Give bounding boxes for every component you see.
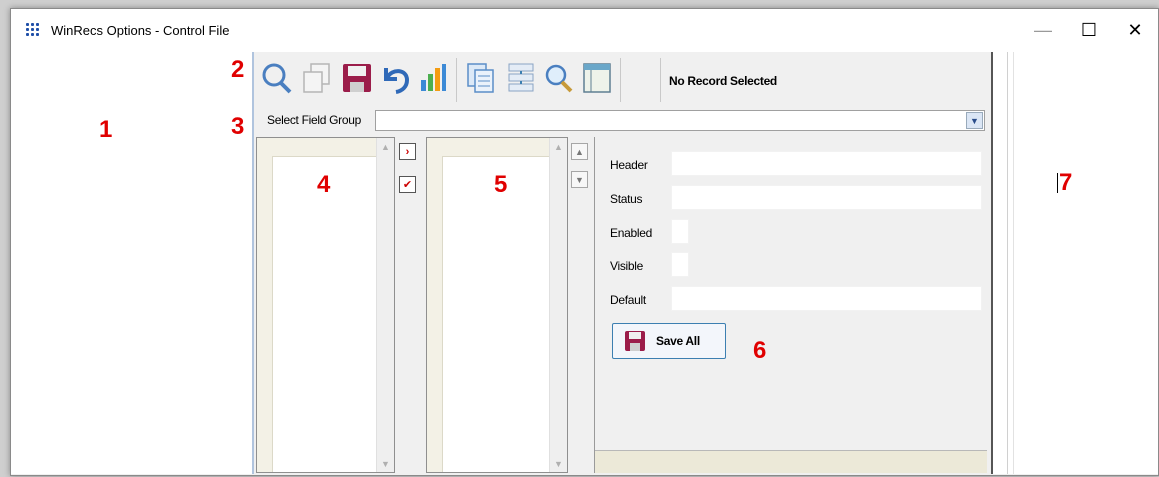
status-label: Status	[610, 192, 643, 206]
chevron-down-icon[interactable]: ▼	[966, 112, 983, 129]
minimize-button[interactable]: —	[1020, 9, 1066, 52]
app-window: WinRecs Options - Control File — ☐ ✕ No …	[10, 8, 1159, 476]
annotation-4: 4	[317, 171, 331, 198]
status-field[interactable]	[671, 185, 982, 210]
toolbar-separator	[620, 58, 621, 102]
visible-checkbox[interactable]	[671, 252, 689, 277]
chevron-right-icon: ›	[405, 145, 410, 158]
zoom-button[interactable]	[542, 60, 576, 96]
scroll-up-icon[interactable]: ▲	[550, 138, 567, 155]
header-label: Header	[610, 158, 648, 172]
undo-button[interactable]	[378, 60, 412, 96]
toolbar: No Record Selected	[256, 52, 989, 108]
zoom-icon	[545, 64, 573, 93]
annotation-5: 5	[494, 171, 508, 198]
scrollbar[interactable]: ▲ ▼	[549, 138, 567, 472]
undo-icon	[384, 68, 410, 94]
toolbar-separator	[660, 58, 661, 102]
field-details-panel: Header Status Enabled Visible Default Sa…	[594, 137, 991, 473]
save-icon	[625, 331, 645, 351]
save-all-label: Save All	[656, 334, 700, 348]
hierarchy-button[interactable]	[504, 60, 538, 96]
scrollbar[interactable]: ▲ ▼	[376, 138, 394, 472]
scroll-down-icon[interactable]: ▼	[377, 455, 394, 472]
save-button[interactable]	[340, 60, 374, 96]
copy-icon	[467, 63, 494, 93]
annotation-7: 7	[1059, 169, 1073, 196]
enabled-checkbox[interactable]	[671, 219, 689, 244]
chart-button[interactable]	[416, 60, 450, 96]
header-field[interactable]	[671, 151, 982, 176]
chart-icon	[421, 64, 446, 91]
text-caret	[1057, 173, 1058, 193]
chevron-down-icon: ▼	[575, 174, 584, 185]
copy-button[interactable]	[464, 60, 498, 96]
default-label: Default	[610, 293, 646, 307]
default-field[interactable]	[671, 286, 982, 311]
window-title: WinRecs Options - Control File	[51, 23, 230, 38]
preview-pane[interactable]	[991, 52, 1158, 474]
enabled-label: Enabled	[610, 226, 652, 240]
scroll-down-icon[interactable]: ▼	[550, 455, 567, 472]
field-group-select[interactable]: ▼	[375, 110, 985, 131]
search-button[interactable]	[260, 60, 294, 96]
annotation-3: 3	[231, 113, 245, 140]
chevron-up-icon: ▲	[575, 146, 584, 157]
new-record-icon	[303, 63, 330, 93]
move-right-button[interactable]: ›	[399, 143, 416, 160]
field-group-label: Select Field Group	[267, 113, 361, 127]
details-footer	[595, 450, 987, 473]
title-bar: WinRecs Options - Control File — ☐ ✕	[11, 9, 1158, 52]
close-button[interactable]: ✕	[1112, 9, 1158, 52]
annotation-6: 6	[753, 337, 767, 364]
record-status-label: No Record Selected	[669, 74, 777, 88]
layout-button[interactable]	[580, 60, 614, 96]
toolbar-separator	[456, 58, 457, 102]
search-icon	[262, 63, 292, 94]
app-icon	[26, 23, 42, 37]
new-record-button[interactable]	[300, 60, 334, 96]
hierarchy-icon	[508, 63, 534, 92]
scroll-up-icon[interactable]: ▲	[377, 138, 394, 155]
annotation-1: 1	[99, 116, 113, 143]
select-all-button[interactable]: ✔	[399, 176, 416, 193]
move-up-button[interactable]: ▲	[571, 143, 588, 160]
annotation-2: 2	[231, 56, 245, 83]
checkmark-icon: ✔	[402, 179, 413, 191]
visible-label: Visible	[610, 259, 644, 273]
record-tree-pane[interactable]	[11, 52, 254, 474]
save-all-button[interactable]: Save All	[612, 323, 726, 359]
move-down-button[interactable]: ▼	[571, 171, 588, 188]
layout-icon	[583, 63, 611, 93]
maximize-button[interactable]: ☐	[1066, 9, 1112, 52]
save-icon	[343, 64, 371, 92]
